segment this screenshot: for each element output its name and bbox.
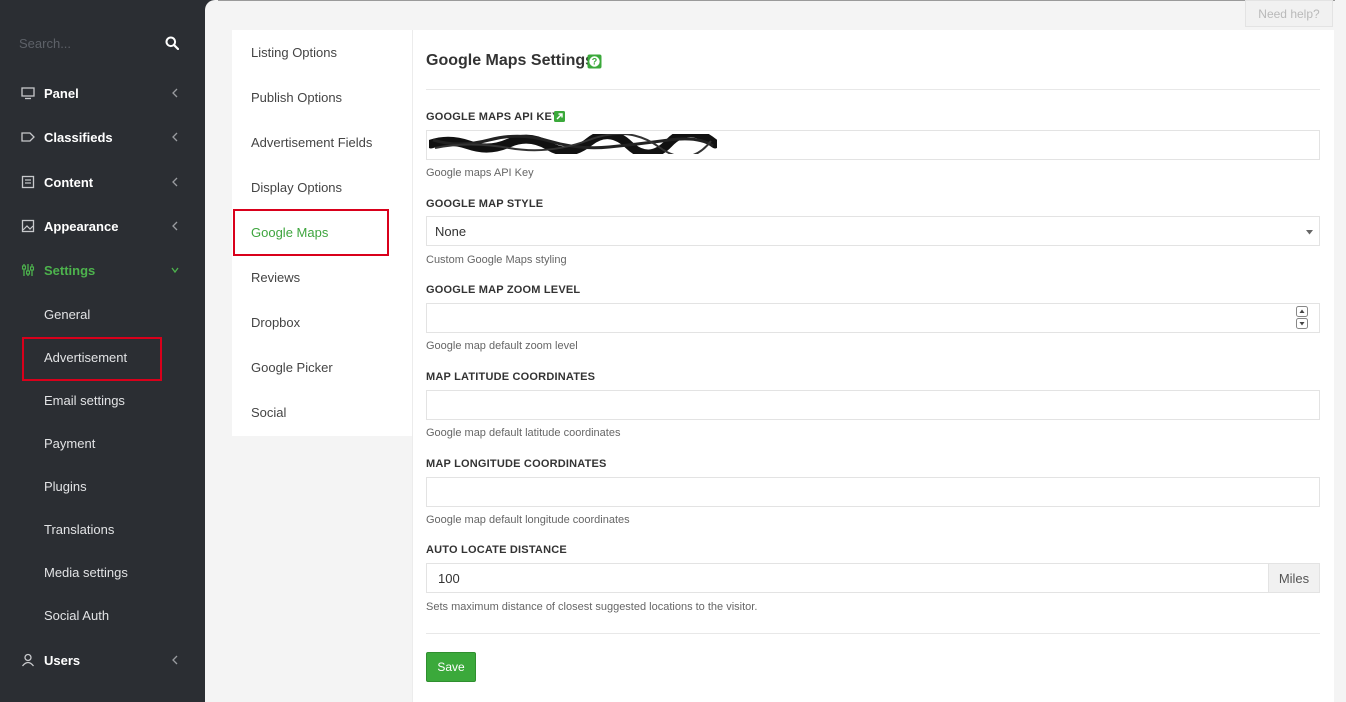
zoom-field-wrap (426, 303, 1320, 333)
subnav-item-social[interactable]: Social (251, 405, 286, 420)
sidebar-item-label: Settings (44, 262, 96, 278)
sidebar-sub-label: Translations (44, 521, 115, 537)
longitude-label: MAP LONGITUDE COORDINATES (426, 458, 607, 470)
need-help-button[interactable]: Need help? (1245, 0, 1333, 27)
zoom-input[interactable] (426, 303, 1320, 333)
sidebar-sub-translations[interactable]: Translations (0, 516, 205, 542)
save-button[interactable]: Save (426, 652, 476, 682)
sidebar-sub-label: General (44, 306, 91, 322)
sidebar-item-label: Panel (44, 85, 79, 101)
picture-icon (21, 219, 35, 233)
redacted-scribble (429, 134, 717, 154)
map-style-label: GOOGLE MAP STYLE (426, 198, 544, 210)
sidebar-sub-label: Email settings (44, 392, 125, 408)
search-icon[interactable] (165, 36, 179, 50)
sidebar-sub-plugins[interactable]: Plugins (0, 473, 205, 499)
map-style-help: Custom Google Maps styling (426, 254, 567, 266)
newspaper-icon (21, 175, 35, 189)
api-key-label: GOOGLE MAPS API KEY (426, 111, 560, 123)
number-spinner-icon[interactable] (1296, 306, 1308, 330)
sidebar-item-label: Users (44, 652, 81, 668)
sidebar-item-label: Appearance (44, 218, 119, 234)
sidebar-sub-label: Payment (44, 435, 96, 451)
latitude-input[interactable] (426, 390, 1320, 420)
chevron-left-icon (172, 177, 178, 187)
distance-unit-addon: Miles (1268, 563, 1320, 593)
top-divider (218, 0, 1335, 1)
distance-input[interactable] (426, 563, 1269, 593)
tag-icon (21, 132, 35, 142)
user-icon (21, 653, 35, 667)
subnav-item-reviews[interactable]: Reviews (251, 270, 300, 285)
highlight-box (22, 337, 162, 381)
external-link-icon[interactable] (554, 111, 565, 122)
chevron-down-icon (171, 267, 179, 274)
sidebar-item-appearance[interactable]: Appearance (0, 211, 205, 241)
distance-label: AUTO LOCATE DISTANCE (426, 544, 567, 556)
zoom-help: Google map default zoom level (426, 340, 578, 352)
sidebar-sub-email-settings[interactable]: Email settings (0, 387, 205, 413)
chevron-left-icon (172, 655, 178, 665)
sidebar-sub-general[interactable]: General (0, 301, 205, 327)
subnav-item-listing-options[interactable]: Listing Options (251, 45, 337, 60)
map-style-select[interactable]: None (426, 216, 1320, 246)
subnav-item-advertisement-fields[interactable]: Advertisement Fields (251, 135, 372, 150)
sidebar-sub-social-auth[interactable]: Social Auth (0, 602, 205, 628)
sidebar-item-content[interactable]: Content (0, 167, 205, 197)
sidebar-sub-payment[interactable]: Payment (0, 430, 205, 456)
subnav-item-dropbox[interactable]: Dropbox (251, 315, 300, 330)
highlight-box (233, 209, 389, 256)
sidebar-sub-media-settings[interactable]: Media settings (0, 559, 205, 585)
sidebar-sub-label: Plugins (44, 478, 87, 494)
zoom-label: GOOGLE MAP ZOOM LEVEL (426, 284, 581, 296)
api-key-help: Google maps API Key (426, 167, 534, 179)
monitor-icon (21, 87, 35, 100)
map-style-value: None (435, 223, 467, 239)
sidebar-item-label: Classifieds (44, 129, 113, 145)
sidebar-item-panel[interactable]: Panel (0, 78, 205, 108)
sidebar-sub-label: Media settings (44, 564, 128, 580)
caret-down-icon (1306, 230, 1313, 235)
latitude-help: Google map default latitude coordinates (426, 427, 621, 439)
sidebar-item-label: Content (44, 174, 94, 190)
help-question-icon[interactable]: ? (587, 54, 602, 69)
search-input[interactable] (19, 32, 159, 54)
chevron-left-icon (172, 88, 178, 98)
latitude-label: MAP LATITUDE COORDINATES (426, 371, 596, 383)
sidebar-item-settings[interactable]: Settings (0, 255, 205, 285)
subnav-item-google-picker[interactable]: Google Picker (251, 360, 333, 375)
sidebar-search (0, 22, 205, 64)
sliders-icon (21, 264, 35, 276)
chevron-left-icon (172, 221, 178, 231)
subnav-item-publish-options[interactable]: Publish Options (251, 90, 342, 105)
chevron-left-icon (172, 132, 178, 142)
longitude-help: Google map default longitude coordinates (426, 514, 630, 526)
distance-help: Sets maximum distance of closest suggest… (426, 601, 758, 613)
longitude-input[interactable] (426, 477, 1320, 507)
divider (426, 633, 1320, 634)
sidebar-item-classifieds[interactable]: Classifieds (0, 122, 205, 152)
sidebar-sub-label: Social Auth (44, 607, 110, 623)
divider (426, 89, 1320, 90)
page-title: Google Maps Settings (426, 52, 595, 69)
sidebar-item-users[interactable]: Users (0, 645, 205, 675)
svg-text:?: ? (592, 57, 598, 67)
sidebar: Panel Classifieds Content Appearance Set… (0, 0, 205, 702)
subnav-item-display-options[interactable]: Display Options (251, 180, 342, 195)
